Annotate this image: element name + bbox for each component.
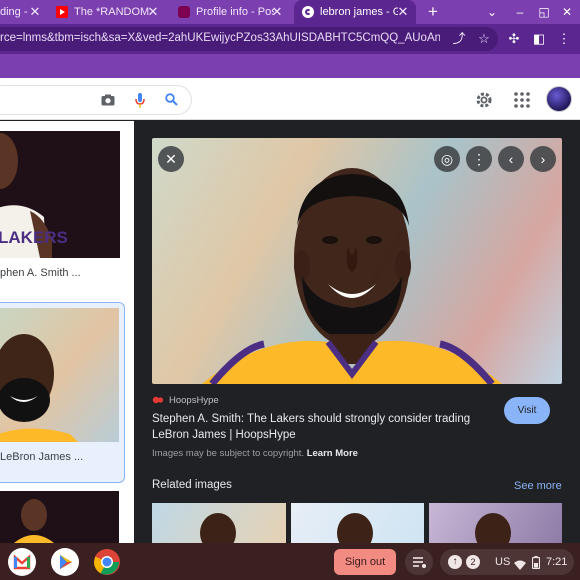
visit-button[interactable]: Visit: [504, 397, 550, 424]
related-image-2[interactable]: [291, 503, 424, 543]
new-tab-button[interactable]: +: [424, 3, 442, 21]
close-window-button[interactable]: ✕: [558, 3, 576, 21]
preview-photo: [202, 168, 502, 384]
google-icon: [302, 6, 314, 18]
sidepanel-icon[interactable]: ◧: [531, 31, 547, 47]
result-thumbnail-1[interactable]: LAKERS: [0, 131, 120, 258]
url-text[interactable]: rce=lnms&tbm=isch&sa=X&ved=2ahUKEwijycPZ…: [0, 32, 440, 44]
tab-2[interactable]: The *RANDOM* SI ✕: [52, 0, 166, 24]
tab-search-icon[interactable]: ⌄: [483, 3, 501, 21]
toolbar: rce=lnms&tbm=isch&sa=X&ved=2ahUKEwijycPZ…: [0, 24, 580, 54]
tab-title: Profile info - Posh: [196, 6, 274, 18]
play-store-icon[interactable]: [51, 548, 79, 576]
apps-icon[interactable]: [513, 91, 531, 109]
related-image-3[interactable]: [429, 503, 562, 543]
related-image-1[interactable]: [152, 503, 286, 543]
previous-image-button[interactable]: ‹: [498, 146, 524, 172]
status-tray[interactable]: ↑ 2 US 7:21: [440, 549, 574, 575]
close-icon[interactable]: ✕: [396, 5, 410, 19]
tab-title: ding -: [0, 6, 28, 18]
extensions-icon[interactable]: ✣: [506, 31, 522, 47]
menu-icon[interactable]: ⋮: [556, 31, 572, 47]
tab-title: lebron james - Go: [320, 6, 398, 18]
result-thumbnail-3[interactable]: [0, 491, 119, 543]
chrome-icon[interactable]: [93, 548, 121, 576]
source[interactable]: HoopsHype: [152, 394, 219, 406]
tab-strip: ding - ✕ The *RANDOM* SI ✕ Profile info …: [0, 0, 580, 24]
share-icon[interactable]: ⤴: [451, 31, 467, 47]
jersey-text: LAKERS: [0, 228, 68, 247]
result-thumbnail-2[interactable]: [0, 308, 119, 442]
poshmark-icon: [178, 6, 190, 18]
related-images-heading: Related images: [152, 479, 232, 491]
copyright-text: Images may be subject to copyright.: [152, 448, 307, 459]
account-avatar[interactable]: [546, 86, 572, 112]
tab-title: The *RANDOM* SI: [74, 6, 150, 18]
omnibox[interactable]: rce=lnms&tbm=isch&sa=X&ved=2ahUKEwijycPZ…: [0, 27, 498, 51]
youtube-icon: [56, 6, 68, 18]
result-caption[interactable]: phen A. Smith ...: [0, 267, 81, 279]
image-preview-panel: ✕ ◎ ⋮ ‹ › HoopsHype Stephen A. Smith: Th…: [134, 121, 580, 543]
close-icon[interactable]: ✕: [146, 5, 160, 19]
more-options-icon[interactable]: ⋮: [466, 146, 492, 172]
preview-title[interactable]: Stephen A. Smith: The Lakers should stro…: [152, 412, 482, 443]
playlist-button[interactable]: [405, 549, 433, 575]
next-image-button[interactable]: ›: [530, 146, 556, 172]
restore-button[interactable]: ◱: [535, 3, 553, 21]
toolbar-band: [0, 54, 580, 78]
mic-icon[interactable]: [132, 93, 148, 109]
star-icon[interactable]: ☆: [476, 31, 492, 47]
hoopshype-icon: [152, 394, 164, 406]
clock: 7:21: [546, 556, 568, 568]
notification-badge: 2: [466, 555, 480, 569]
search-box[interactable]: [0, 85, 192, 115]
minimize-button[interactable]: –: [511, 3, 529, 21]
gmail-icon[interactable]: [8, 548, 36, 576]
learn-more-link[interactable]: Learn More: [307, 448, 358, 459]
results-column: LAKERS phen A. Smith ... LeBron James ..…: [0, 121, 134, 543]
gear-icon[interactable]: [474, 90, 494, 110]
tab-google-images[interactable]: lebron james - Go ✕: [294, 0, 416, 24]
upload-icon: ↑: [448, 555, 462, 569]
source-name[interactable]: HoopsHype: [169, 395, 219, 406]
camera-icon[interactable]: [100, 93, 116, 109]
tab-3[interactable]: Profile info - Posh ✕: [174, 0, 290, 24]
close-icon[interactable]: ✕: [270, 5, 284, 19]
result-caption[interactable]: LeBron James ...: [0, 451, 83, 463]
battery-icon: [531, 556, 541, 574]
google-header: [0, 78, 580, 120]
visual-search-icon[interactable]: ◎: [434, 146, 460, 172]
preview-image[interactable]: ✕ ◎ ⋮ ‹ ›: [152, 138, 562, 384]
keyboard-layout: US: [495, 556, 511, 568]
tab-1[interactable]: ding - ✕: [0, 0, 48, 24]
screen: ding - ✕ The *RANDOM* SI ✕ Profile info …: [0, 0, 580, 580]
search-icon[interactable]: [163, 93, 179, 109]
see-more-link[interactable]: See more: [514, 480, 562, 492]
close-icon[interactable]: ✕: [28, 5, 42, 19]
shelf: Sign out ↑ 2 US 7:21: [0, 543, 580, 580]
close-preview-button[interactable]: ✕: [158, 146, 184, 172]
wifi-icon: [514, 557, 526, 575]
sign-out-button[interactable]: Sign out: [334, 549, 396, 575]
copyright-note: Images may be subject to copyright. Lear…: [152, 448, 358, 459]
